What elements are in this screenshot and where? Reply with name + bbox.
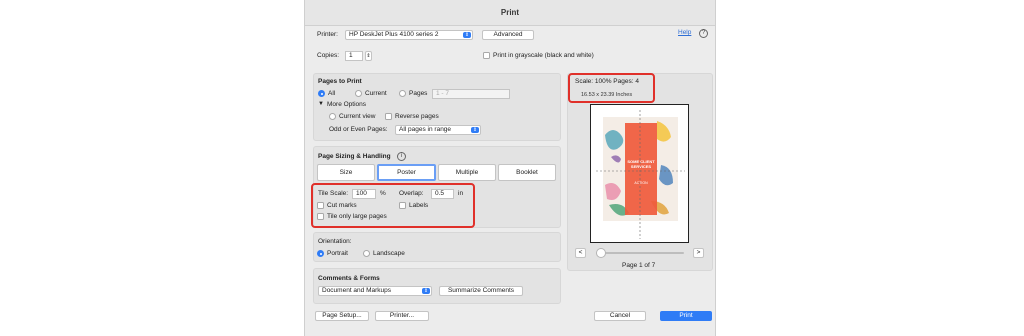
chevron-updown-icon: ⇕ [471,127,479,133]
poster-orange-band [625,123,657,215]
title-bar: Print [305,0,715,26]
previous-page-button[interactable]: < [575,248,586,258]
landscape-label: Landscape [373,250,405,257]
grayscale-checkbox[interactable] [483,52,490,59]
current-label: Current [365,90,387,97]
poster-thumbnail [596,110,685,239]
reverse-pages-label: Reverse pages [395,113,439,120]
chevron-updown-icon: ⇕ [422,288,430,294]
orientation-panel [313,232,561,262]
odd-even-select[interactable]: All pages in range ⇕ [395,125,481,135]
page-preview: SOME CLIENT SERVICES ACTION [590,104,689,243]
odd-even-label: Odd or Even Pages: [329,126,388,133]
disclosure-triangle-icon[interactable]: ▼ [318,101,324,107]
reverse-pages-checkbox[interactable] [385,113,392,120]
question-icon[interactable]: ? [699,29,708,38]
comments-heading: Comments & Forms [318,275,380,282]
more-options-label[interactable]: More Options [327,101,366,108]
highlight-box-scale [568,73,655,103]
page-sizing-heading: Page Sizing & Handling [318,153,391,160]
poster-subtitle-text: ACTION [634,181,648,185]
portrait-radio[interactable] [317,250,324,257]
info-icon[interactable]: i [397,152,406,161]
all-radio[interactable] [318,90,325,97]
page-indicator: Page 1 of 7 [622,262,656,269]
next-page-button[interactable]: > [693,248,704,258]
summarize-comments-button[interactable]: Summarize Comments [439,286,523,296]
printer-button[interactable]: Printer... [375,311,429,321]
pages-range-field[interactable]: 1 - 7 [432,89,510,99]
orientation-heading: Orientation: [318,238,352,245]
tab-multiple[interactable]: Multiple [438,164,496,181]
copies-field[interactable]: 1 [345,51,363,61]
copies-stepper[interactable]: ⇕ [365,51,372,61]
chevron-updown-icon: ⇕ [463,32,471,38]
tab-poster[interactable]: Poster [377,164,436,181]
advanced-button[interactable]: Advanced [482,30,534,40]
printer-label: Printer: [317,31,338,38]
current-view-radio[interactable] [329,113,336,120]
highlight-box-tile-options [311,183,475,228]
all-label: All [328,90,336,97]
help-link[interactable]: Help [678,29,691,36]
landscape-radio[interactable] [363,250,370,257]
pages-label: Pages [409,90,428,97]
printer-value: HP DeskJet Plus 4100 series 2 [349,31,439,38]
window-title: Print [500,8,520,17]
tab-booklet[interactable]: Booklet [498,164,556,181]
copies-label: Copies: [317,52,340,59]
tab-size[interactable]: Size [317,164,375,181]
page-slider-track[interactable] [596,252,684,254]
current-view-label: Current view [339,113,376,120]
grayscale-label: Print in grayscale (black and white) [493,52,594,59]
print-button[interactable]: Print [660,311,712,321]
portrait-label: Portrait [327,250,348,257]
odd-even-value: All pages in range [399,126,452,133]
cancel-button[interactable]: Cancel [594,311,646,321]
printer-select[interactable]: HP DeskJet Plus 4100 series 2 ⇕ [345,30,473,40]
pages-radio[interactable] [399,90,406,97]
print-dialog: Print Printer: HP DeskJet Plus 4100 seri… [304,0,716,336]
current-radio[interactable] [355,90,362,97]
page-slider-knob[interactable] [596,248,606,258]
pages-to-print-heading: Pages to Print [318,78,362,85]
page-setup-button[interactable]: Page Setup... [315,311,369,321]
comments-select[interactable]: Document and Markups ⇕ [318,286,432,296]
comments-value: Document and Markups [322,287,392,294]
poster-title-text: SOME CLIENT SERVICES [627,159,655,169]
